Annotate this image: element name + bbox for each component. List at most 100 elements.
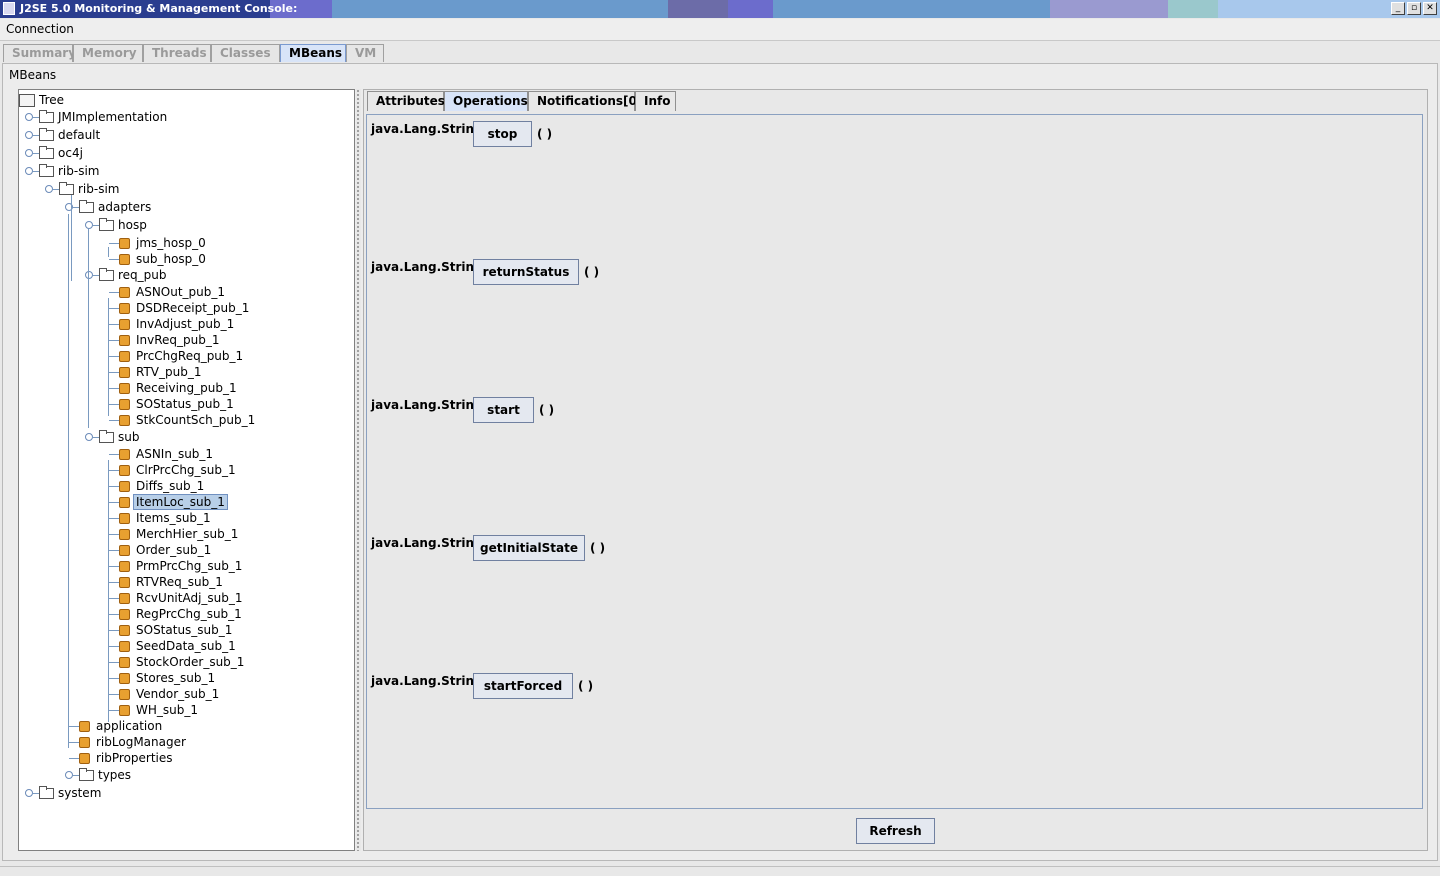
tree-expand-handle[interactable]: [85, 271, 93, 279]
operation-getinitialstate-button[interactable]: getInitialState: [473, 535, 585, 561]
tree-connector: [109, 308, 119, 309]
tree-mbean-node[interactable]: StockOrder_sub_1: [119, 654, 244, 670]
tree-mbean-node[interactable]: ribProperties: [79, 750, 173, 766]
tree-mbean-node[interactable]: sub_hosp_0: [119, 251, 206, 267]
tab-notifications[interactable]: Notifications[0]: [528, 91, 642, 111]
tree-expand-handle[interactable]: [65, 771, 73, 779]
tree-mbean-node[interactable]: MerchHier_sub_1: [119, 526, 238, 542]
tree-mbean-node[interactable]: WH_sub_1: [119, 702, 198, 718]
tree-mbean-node[interactable]: RTV_pub_1: [119, 364, 201, 380]
tree-expand-handle[interactable]: [25, 131, 33, 139]
tree-folder-node[interactable]: sub: [99, 429, 139, 445]
tree-expand-handle[interactable]: [25, 113, 33, 121]
detail-tabs: Attributes Operations Notifications[0] I…: [367, 91, 676, 111]
mbean-icon: [119, 464, 130, 476]
refresh-button[interactable]: Refresh: [856, 818, 935, 844]
mbean-icon: [119, 544, 130, 556]
tab-mbeans[interactable]: MBeans: [280, 44, 346, 62]
tree-mbean-node[interactable]: ribLogManager: [79, 734, 186, 750]
tree-folder-node[interactable]: rib-sim: [39, 163, 100, 179]
tree-mbean-node[interactable]: jms_hosp_0: [119, 235, 206, 251]
tree-node-label: StockOrder_sub_1: [136, 655, 245, 669]
tree-connector: [109, 420, 119, 421]
mbean-icon: [119, 576, 130, 588]
mbean-icon: [79, 736, 90, 748]
tree-connector: [109, 388, 119, 389]
tree-node-label: application: [96, 719, 163, 733]
tree-mbean-node[interactable]: RTVReq_sub_1: [119, 574, 223, 590]
tree-mbean-node[interactable]: RcvUnitAdj_sub_1: [119, 590, 243, 606]
tree-mbean-node[interactable]: Order_sub_1: [119, 542, 211, 558]
tree-folder-node[interactable]: oc4j: [39, 145, 83, 161]
tree-folder-node[interactable]: req_pub: [99, 267, 167, 283]
tree-mbean-node[interactable]: SOStatus_pub_1: [119, 396, 234, 412]
tree-mbean-node[interactable]: ItemLoc_sub_1: [119, 494, 228, 510]
tree-mbean-node[interactable]: StkCountSch_pub_1: [119, 412, 255, 428]
tree-node-label: PrcChgReq_pub_1: [136, 349, 244, 363]
tree-mbean-node[interactable]: Vendor_sub_1: [119, 686, 219, 702]
mbean-icon: [119, 318, 130, 330]
tab-classes[interactable]: Classes: [211, 44, 280, 62]
tree-node-label: system: [58, 786, 102, 800]
tree-mbean-node[interactable]: DSDReceipt_pub_1: [119, 300, 249, 316]
tree-folder-node[interactable]: rib-sim: [59, 181, 120, 197]
mbean-icon: [119, 656, 130, 668]
minimize-button[interactable]: _: [1391, 2, 1405, 15]
tab-memory[interactable]: Memory: [73, 44, 143, 62]
tree-expand-handle[interactable]: [85, 433, 93, 441]
operation-stop-button[interactable]: stop: [473, 121, 532, 147]
tree-expand-handle[interactable]: [25, 167, 33, 175]
tree-mbean-node[interactable]: application: [79, 718, 162, 734]
tree-guide-line: [108, 460, 109, 722]
tree-node-label: MerchHier_sub_1: [136, 527, 239, 541]
mbean-icon: [119, 688, 130, 700]
tab-threads[interactable]: Threads: [143, 44, 211, 62]
close-button[interactable]: ✕: [1423, 2, 1437, 15]
tree-folder-node[interactable]: adapters: [79, 199, 151, 215]
tree-mbean-node[interactable]: RegPrcChg_sub_1: [119, 606, 242, 622]
tree-mbean-node[interactable]: InvAdjust_pub_1: [119, 316, 234, 332]
tree-mbean-node[interactable]: Receiving_pub_1: [119, 380, 237, 396]
tree-folder-node[interactable]: system: [39, 785, 101, 801]
operation-return-type: java.Lang.String: [371, 398, 483, 412]
tree-mbean-node[interactable]: SeedData_sub_1: [119, 638, 236, 654]
tree-mbean-node[interactable]: ClrPrcChg_sub_1: [119, 462, 236, 478]
tree-folder-node[interactable]: default: [39, 127, 100, 143]
tree-node-label: InvAdjust_pub_1: [136, 317, 235, 331]
tree-mbean-node[interactable]: PrmPrcChg_sub_1: [119, 558, 242, 574]
tree-folder-node[interactable]: hosp: [99, 217, 147, 233]
tree-mbean-node[interactable]: Items_sub_1: [119, 510, 211, 526]
maximize-button[interactable]: ▫: [1407, 2, 1421, 15]
tree-folder-node[interactable]: JMImplementation: [39, 109, 167, 125]
tree-expand-handle[interactable]: [25, 789, 33, 797]
menu-connection[interactable]: Connection: [6, 22, 74, 36]
tab-info[interactable]: Info: [635, 91, 676, 111]
tab-summary[interactable]: Summary: [3, 44, 76, 62]
tree-node-label: ASNIn_sub_1: [136, 447, 214, 461]
tree-mbean-node[interactable]: ASNIn_sub_1: [119, 446, 213, 462]
tree-mbean-node[interactable]: ASNOut_pub_1: [119, 284, 225, 300]
split-pane-divider[interactable]: [356, 89, 361, 851]
tree-expand-handle[interactable]: [25, 149, 33, 157]
mbean-icon: [119, 286, 130, 298]
tree-mbean-node[interactable]: InvReq_pub_1: [119, 332, 220, 348]
operation-startforced-button[interactable]: startForced: [473, 673, 573, 699]
mbean-tree[interactable]: Tree JMImplementation default oc4j rib-sim ri…: [18, 89, 355, 851]
tab-operations[interactable]: Operations: [444, 91, 528, 111]
tab-attributes[interactable]: Attributes: [367, 91, 445, 111]
tree-expand-handle[interactable]: [45, 185, 53, 193]
tree-mbean-node[interactable]: SOStatus_sub_1: [119, 622, 232, 638]
tree-mbean-node[interactable]: Diffs_sub_1: [119, 478, 204, 494]
tree-folder-node[interactable]: types: [79, 767, 131, 783]
tree-mbean-node[interactable]: PrcChgReq_pub_1: [119, 348, 243, 364]
tree-connector: [109, 646, 119, 647]
mbean-icon: [119, 366, 130, 378]
operation-start-button[interactable]: start: [473, 397, 534, 423]
tab-vm[interactable]: VM: [346, 44, 384, 62]
tree-connector: [109, 614, 119, 615]
tree-root-node[interactable]: Tree: [19, 92, 64, 108]
operation-returnstatus-button[interactable]: returnStatus: [473, 259, 579, 285]
tree-expand-handle[interactable]: [85, 221, 93, 229]
mbean-icon: [119, 382, 130, 394]
tree-mbean-node[interactable]: Stores_sub_1: [119, 670, 215, 686]
